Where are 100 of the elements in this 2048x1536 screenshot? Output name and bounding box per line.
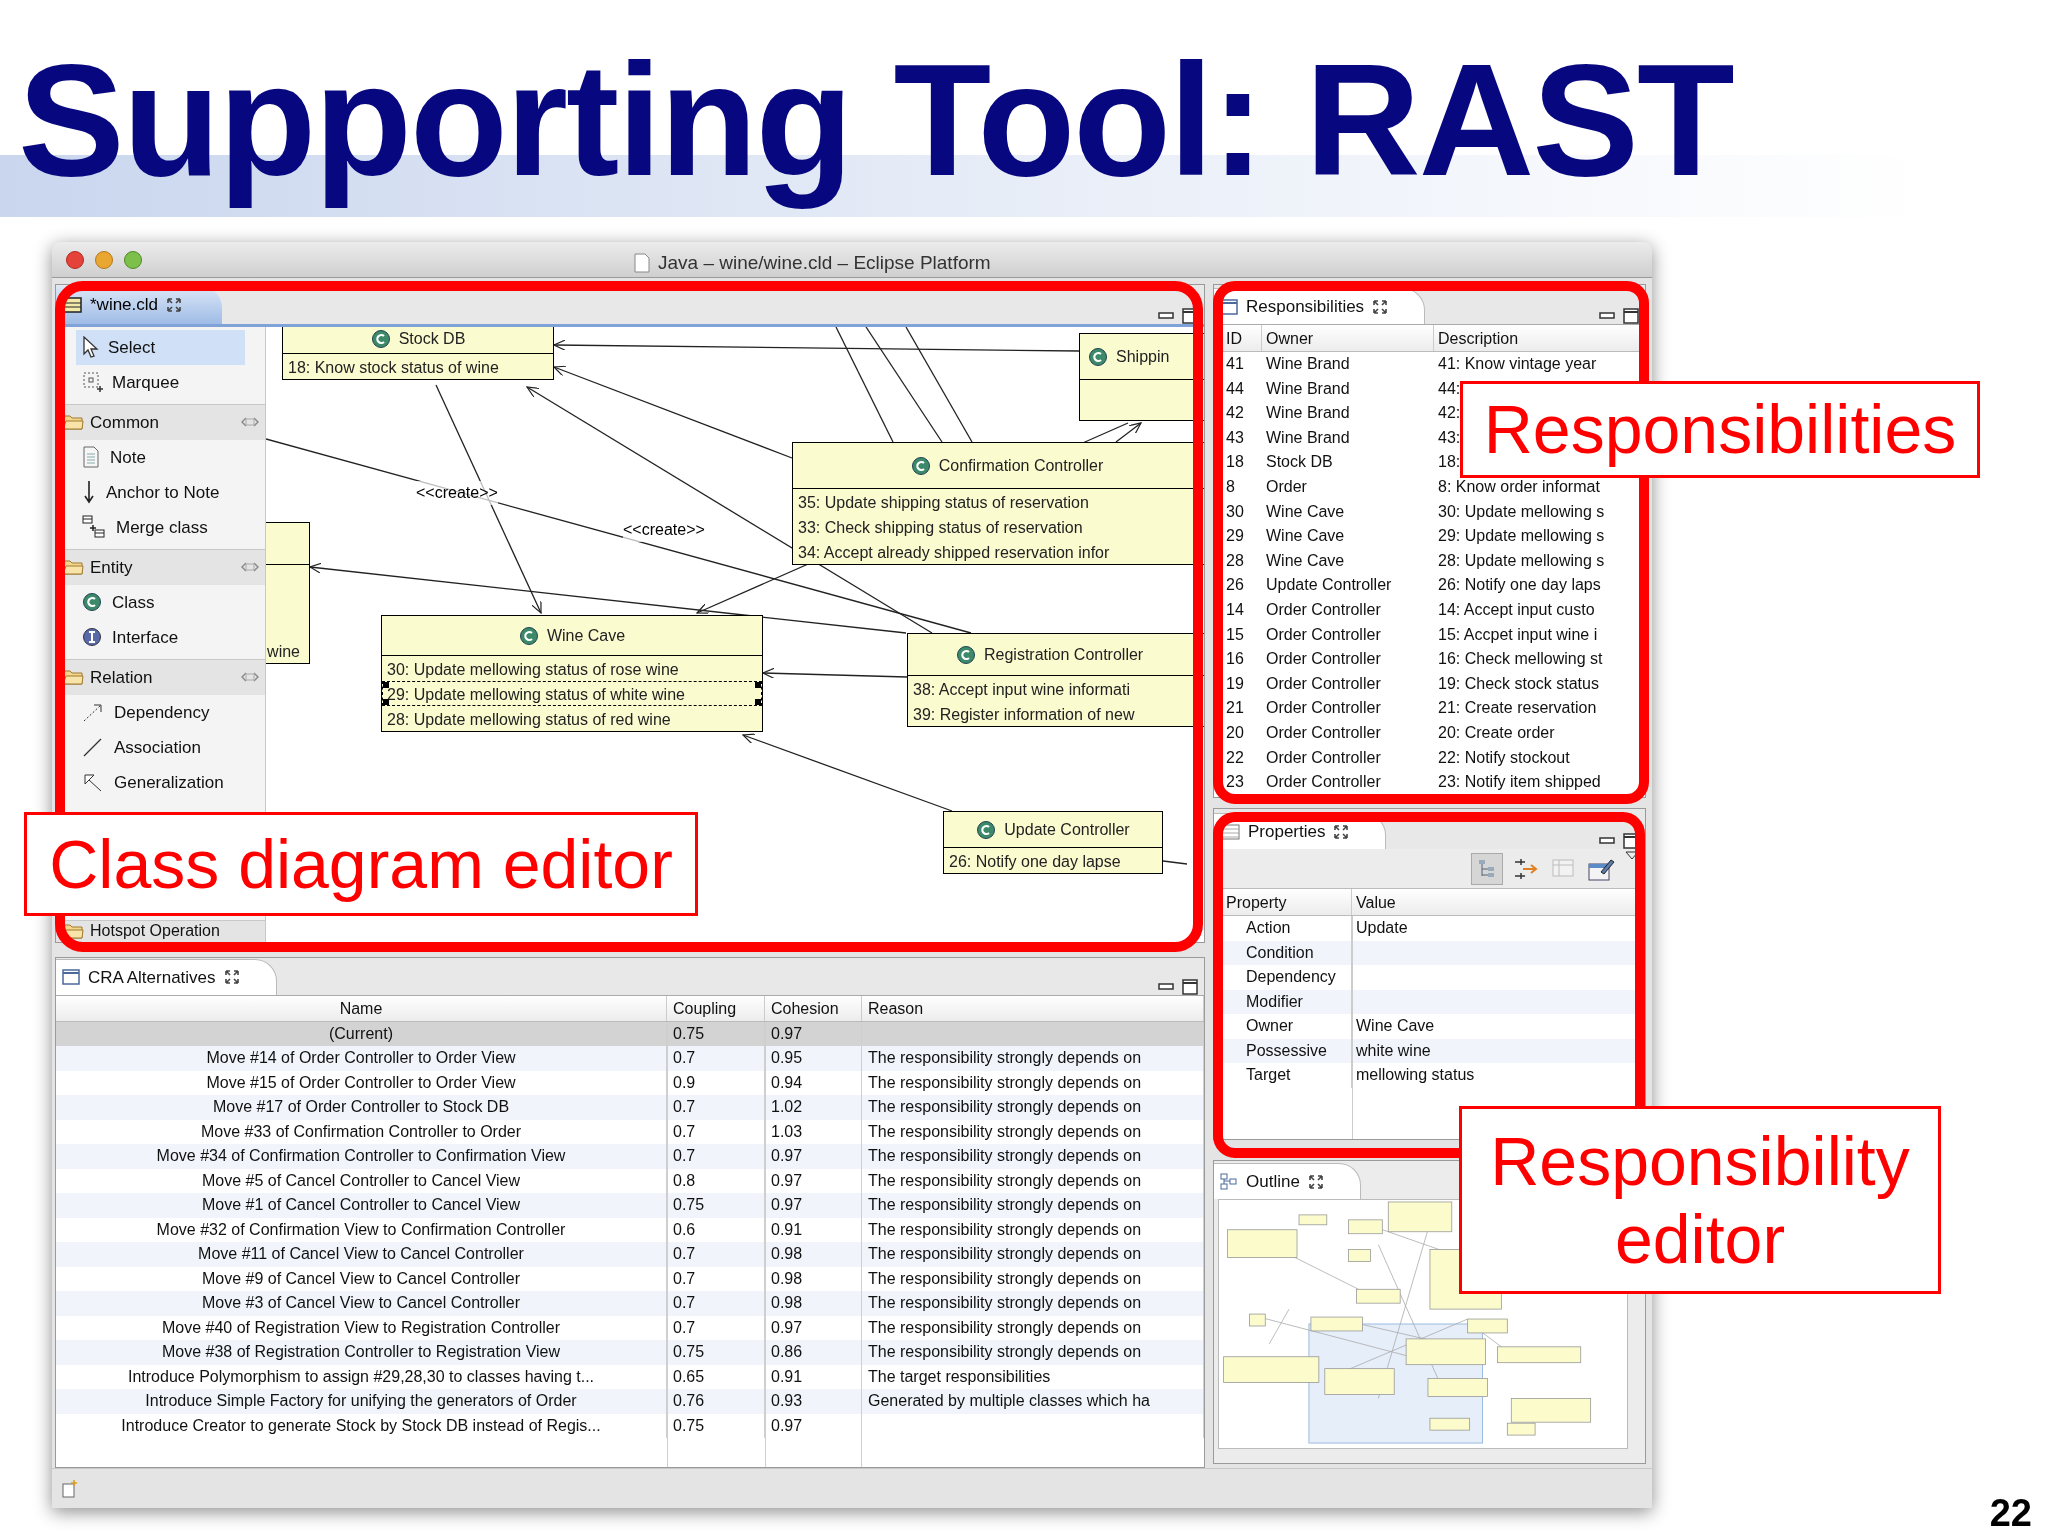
palette-tool[interactable]: Generalization: [76, 764, 245, 800]
table-cell: Move #3 of Cancel View to Cancel Controller: [201, 1294, 521, 1312]
table-row[interactable]: Move #17 of Order Controller to Stock DB 0.7 1.02 The responsibility strongly depends on: [56, 1095, 1204, 1120]
table-cell: 20: Create order: [1438, 723, 1555, 741]
table-cell: 0.75: [673, 1416, 705, 1434]
class-box[interactable]: Update Controller 26: Notify one day lapse: [943, 811, 1163, 874]
close-icon[interactable]: [1307, 1173, 1324, 1190]
table-cell: 14: Accept input custo: [1438, 600, 1595, 618]
column-header[interactable]: Reason: [862, 995, 1204, 1021]
close-window-button[interactable]: [66, 250, 84, 269]
table-cell: 1.02: [771, 1098, 803, 1116]
palette-tool[interactable]: Interface: [76, 619, 245, 655]
column-header[interactable]: ID: [1226, 330, 1242, 347]
view-tab[interactable]: CRA Alternatives: [56, 958, 277, 995]
palette-tool[interactable]: Class: [76, 584, 245, 620]
property-name: Owner: [1246, 1017, 1294, 1034]
table-cell: 22: [1226, 748, 1244, 766]
table-cell: 44:: [1438, 379, 1461, 397]
property-value[interactable]: Wine Cave: [1356, 1017, 1435, 1034]
table-row[interactable]: (Current) 0.75 0.97: [56, 1021, 1204, 1047]
responsibility-item[interactable]: 18: Know stock status of wine: [283, 354, 553, 379]
column-header[interactable]: Property: [1226, 894, 1287, 911]
palette-tool[interactable]: Merge class: [76, 509, 245, 545]
palette-drawer-header[interactable]: Hotspot Operation: [56, 919, 265, 942]
responsibility-item[interactable]: 39: Register information of new: [908, 701, 1204, 726]
class-box[interactable]: Wine Cave 30: Update mellowing status of rose wine 29: Update mellowing status of white wine 28: Update mellowing status of red wine: [381, 615, 763, 732]
table-row[interactable]: Move #38 of Registration Controller to Registration View 0.75 0.86 The responsibility strongly depends on: [56, 1340, 1204, 1365]
table-cell: Move #9 of Cancel View to Cancel Controller: [201, 1269, 521, 1287]
minimize-icon[interactable]: [1599, 837, 1615, 845]
table-row[interactable]: Move #34 of Confirmation Controller to Confirmation View 0.7 0.97 The responsibility strongly depends on: [56, 1144, 1204, 1169]
column-header[interactable]: Owner: [1266, 330, 1314, 347]
property-value[interactable]: Update: [1356, 919, 1408, 936]
responsibility-item[interactable]: 26: Notify one day lapse: [944, 848, 1162, 873]
window-title: Java – wine/wine.cld – Eclipse Platform: [658, 251, 991, 275]
table-cell: Order Controller: [1266, 650, 1381, 668]
palette-tool[interactable]: Association: [76, 729, 245, 765]
class-box[interactable]: wine: [266, 522, 310, 664]
table-cell: The responsibility strongly depends on: [868, 1196, 1142, 1214]
close-icon[interactable]: [1372, 298, 1389, 315]
class-box[interactable]: Shippin: [1079, 333, 1204, 421]
palette-tool[interactable]: Dependency: [76, 694, 245, 730]
responsibility-item[interactable]: 28: Update mellowing status of red wine: [382, 706, 762, 731]
class-box[interactable]: Confirmation Controller 35: Update shipping status of reservation 33: Check shipping status of reservation 34: Accept already shipped reservation infor: [792, 442, 1204, 565]
class-icon: [1088, 346, 1108, 367]
maximize-icon[interactable]: [1182, 978, 1198, 995]
table-cell: Wine Brand: [1266, 379, 1350, 397]
outline-icon: [1220, 1172, 1238, 1191]
column-header[interactable]: Value: [1356, 894, 1396, 911]
table-row[interactable]: Move #14 of Order Controller to Order View 0.7 0.95 The responsibility strongly depends on: [56, 1046, 1204, 1071]
table-cell: 0.97: [771, 1318, 803, 1336]
callout-label: Responsibilities: [1460, 381, 1980, 478]
responsibility-item[interactable]: 38: Accept input wine informati: [908, 676, 1204, 701]
close-icon[interactable]: [223, 969, 240, 986]
zoom-window-button[interactable]: [124, 250, 142, 269]
minimize-icon[interactable]: [1158, 312, 1174, 320]
table-row[interactable]: Move #3 of Cancel View to Cancel Controller 0.7 0.98 The responsibility strongly depends on: [56, 1291, 1204, 1316]
table-cell: Introduce Simple Factory for unifying the generators of Order: [145, 1392, 577, 1410]
close-icon[interactable]: [1333, 823, 1350, 840]
column-header[interactable]: Cohesion: [765, 995, 862, 1021]
table-cell: 0.75: [673, 1024, 705, 1042]
table-row[interactable]: Move #1 of Cancel Controller to Cancel View 0.75 0.97 The responsibility strongly depends on: [56, 1193, 1204, 1218]
view-tab[interactable]: Outline: [1214, 1163, 1361, 1199]
responsibility-item[interactable]: 30: Update mellowing status of rose wine: [382, 656, 762, 681]
table-cell: 16: Check mellowing st: [1438, 650, 1603, 668]
table-cell: 16: [1226, 650, 1244, 668]
pin-icon[interactable]: [241, 416, 259, 429]
maximize-icon[interactable]: [1623, 308, 1639, 324]
column-header[interactable]: Name: [56, 995, 667, 1021]
property-value[interactable]: mellowing status: [1356, 1066, 1475, 1083]
dependency-icon: [82, 702, 104, 723]
palette-tool[interactable]: Select: [76, 330, 245, 365]
responsibility-item[interactable]: wine: [266, 638, 305, 663]
minimize-icon[interactable]: [1158, 982, 1174, 991]
pin-icon[interactable]: [241, 561, 259, 574]
responsibility-item[interactable]: 29: Update mellowing status of white wine: [382, 681, 762, 706]
table-cell: Move #15 of Order Controller to Order View: [206, 1073, 516, 1091]
minimize-window-button[interactable]: [95, 250, 113, 269]
table-cell: 0.98: [771, 1245, 803, 1263]
minimize-icon[interactable]: [1599, 312, 1615, 320]
table-row[interactable]: Move #11 of Cancel View to Cancel Controller 0.7 0.98 The responsibility strongly depends on: [56, 1242, 1204, 1267]
table-cell: 42:: [1438, 404, 1461, 422]
pin-icon[interactable]: [241, 671, 259, 684]
class-box[interactable]: Stock DB 18: Know stock status of wine: [282, 327, 554, 380]
generalization-icon: [82, 772, 104, 793]
property-value[interactable]: white wine: [1356, 1041, 1431, 1059]
responsibility-item[interactable]: 35: Update shipping status of reservation: [793, 489, 1204, 514]
palette-tool[interactable]: Note: [76, 439, 245, 475]
responsibility-item[interactable]: 34: Accept already shipped reservation infor: [793, 539, 1204, 564]
palette-tool[interactable]: Anchor to Note: [76, 474, 245, 510]
class-box[interactable]: Registration Controller 38: Accept input wine informati 39: Register information of new: [907, 633, 1204, 727]
table-cell: Move #33 of Confirmation Controller to Order: [200, 1122, 522, 1140]
column-header[interactable]: Coupling: [667, 995, 765, 1021]
callout-label: Responsibility editor: [1459, 1106, 1941, 1294]
responsibility-item[interactable]: 33: Check shipping status of reservation: [793, 514, 1204, 539]
close-icon[interactable]: [166, 297, 183, 313]
column-header[interactable]: Description: [1438, 330, 1519, 347]
palette-tool[interactable]: Marquee: [76, 364, 245, 400]
table-cell: 29: [1226, 527, 1244, 545]
table-cell: Move #40 of Registration View to Registration Controller: [161, 1318, 561, 1336]
table-row[interactable]: Introduce Simple Factory for unifying the generators of Order 0.76 0.93 Generated by multiple classes which ha: [56, 1389, 1204, 1414]
